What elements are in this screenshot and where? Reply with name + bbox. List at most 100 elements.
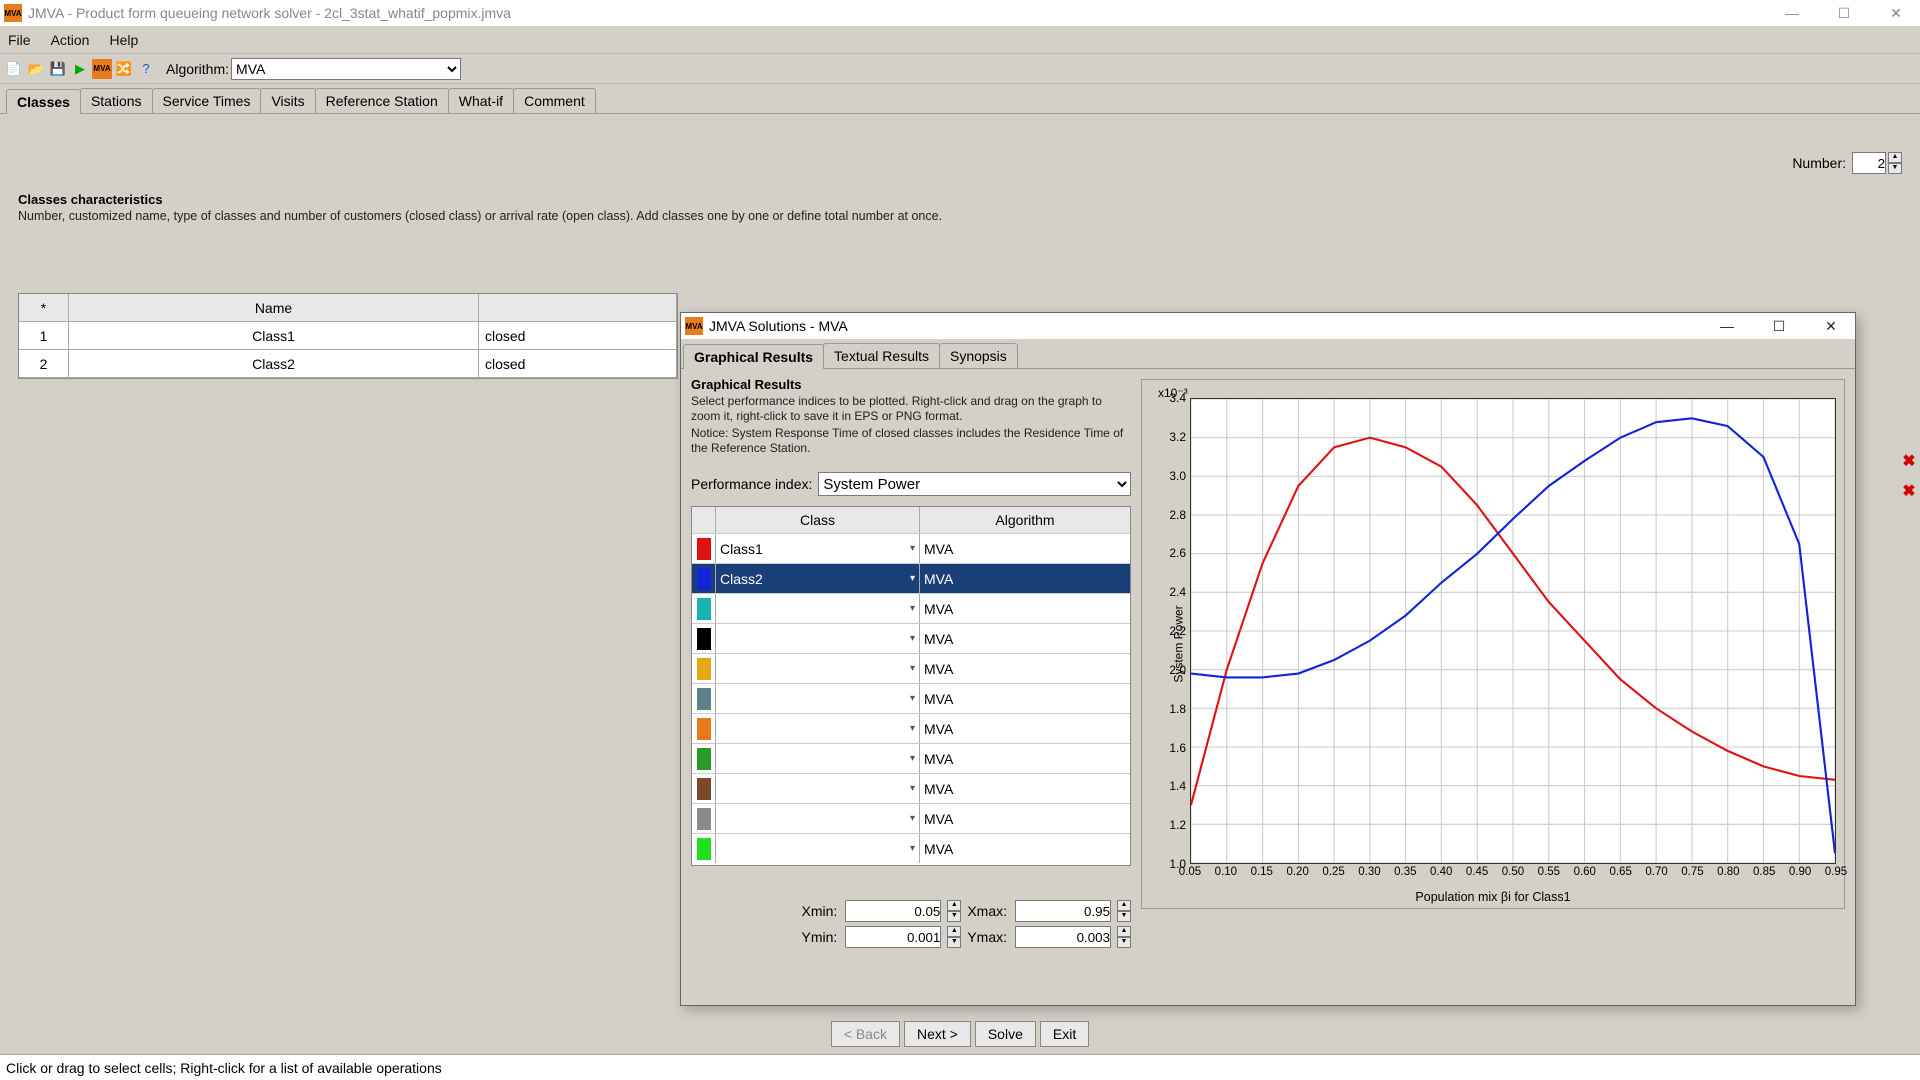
number-input[interactable] (1852, 152, 1886, 174)
series-row[interactable]: MVA (692, 803, 1130, 833)
chart-plot[interactable] (1190, 398, 1836, 864)
tab-graphical-results[interactable]: Graphical Results (683, 344, 824, 369)
dialog-minimize-icon[interactable]: — (1719, 318, 1735, 334)
table-row[interactable]: 2 Class2 closed (19, 350, 677, 378)
ymax-label: Ymax: (967, 929, 1009, 945)
close-icon[interactable]: ✕ (1888, 5, 1904, 21)
chart-xlabel: Population mix βi for Class1 (1415, 890, 1570, 904)
series-color-swatch[interactable] (692, 804, 716, 833)
series-color-swatch[interactable] (692, 594, 716, 623)
series-row[interactable]: MVA (692, 683, 1130, 713)
xmin-spinner[interactable]: ▲▼ (947, 900, 961, 922)
next-button[interactable]: Next > (904, 1021, 971, 1047)
dialog-titlebar[interactable]: MVA JMVA Solutions - MVA — ☐ ✕ (681, 313, 1855, 339)
dialog-maximize-icon[interactable]: ☐ (1771, 318, 1787, 334)
open-icon[interactable]: 📂 (26, 59, 46, 79)
series-color-swatch[interactable] (692, 774, 716, 803)
ymin-input[interactable] (845, 926, 941, 948)
series-row[interactable]: MVA (692, 593, 1130, 623)
solve-button[interactable]: Solve (975, 1021, 1036, 1047)
series-color-swatch[interactable] (692, 564, 716, 593)
random-icon[interactable]: 🔀 (114, 59, 134, 79)
table-row[interactable]: 1 Class1 closed (19, 322, 677, 350)
mva-icon[interactable]: MVA (92, 59, 112, 79)
cell-name[interactable]: Class1 (69, 322, 479, 350)
series-header-class: Class (716, 507, 920, 533)
series-color-swatch[interactable] (692, 684, 716, 713)
help-icon[interactable]: ? (136, 59, 156, 79)
algorithm-select[interactable]: MVA (231, 58, 461, 80)
series-class-select[interactable]: Class2 (716, 564, 920, 593)
series-row[interactable]: MVA (692, 743, 1130, 773)
app-icon: MVA (4, 4, 22, 22)
ymax-spinner[interactable]: ▲▼ (1117, 926, 1131, 948)
menu-action[interactable]: Action (51, 32, 90, 48)
delete-row-icon[interactable]: ✖ (1900, 451, 1918, 469)
series-class-select[interactable] (716, 804, 920, 833)
series-class-select[interactable] (716, 744, 920, 773)
series-color-swatch[interactable] (692, 834, 716, 863)
number-spinner[interactable]: ▲▼ (1888, 152, 1902, 174)
gr-desc-2: Notice: System Response Time of closed c… (691, 426, 1131, 456)
cell-type[interactable]: closed (479, 322, 677, 350)
tab-service-times[interactable]: Service Times (152, 88, 262, 113)
tab-comment[interactable]: Comment (513, 88, 596, 113)
cell-type[interactable]: closed (479, 350, 677, 378)
tab-synopsis[interactable]: Synopsis (939, 343, 1018, 368)
series-row[interactable]: MVA (692, 653, 1130, 683)
menubar: File Action Help (0, 26, 1920, 54)
series-row[interactable]: MVA (692, 713, 1130, 743)
series-class-select[interactable] (716, 684, 920, 713)
series-color-swatch[interactable] (692, 714, 716, 743)
series-class-select[interactable] (716, 654, 920, 683)
xmax-input[interactable] (1015, 900, 1111, 922)
tab-reference-station[interactable]: Reference Station (315, 88, 449, 113)
tab-textual-results[interactable]: Textual Results (823, 343, 940, 368)
xmin-input[interactable] (845, 900, 941, 922)
series-color-swatch[interactable] (692, 654, 716, 683)
series-table: Class Algorithm Class1MVAClass2MVAMVAMVA… (691, 506, 1131, 866)
ymax-input[interactable] (1015, 926, 1111, 948)
menu-file[interactable]: File (8, 32, 31, 48)
save-icon[interactable]: 💾 (48, 59, 68, 79)
dialog-app-icon: MVA (685, 317, 703, 335)
tab-stations[interactable]: Stations (80, 88, 153, 113)
menu-help[interactable]: Help (109, 32, 138, 48)
series-row[interactable]: MVA (692, 623, 1130, 653)
exit-button[interactable]: Exit (1040, 1021, 1089, 1047)
series-class-select[interactable]: Class1 (716, 534, 920, 563)
minimize-icon[interactable]: — (1784, 5, 1800, 21)
series-algo-cell: MVA (920, 714, 1130, 743)
tab-what-if[interactable]: What-if (448, 88, 514, 113)
delete-row-icon[interactable]: ✖ (1900, 481, 1918, 499)
series-color-swatch[interactable] (692, 624, 716, 653)
new-icon[interactable]: 📄 (4, 59, 24, 79)
maximize-icon[interactable]: ☐ (1836, 5, 1852, 21)
series-class-select[interactable] (716, 594, 920, 623)
series-class-select[interactable] (716, 714, 920, 743)
series-class-select[interactable] (716, 834, 920, 863)
perf-index-label: Performance index: (691, 476, 812, 492)
series-class-select[interactable] (716, 624, 920, 653)
cell-name[interactable]: Class2 (69, 350, 479, 378)
dialog-close-icon[interactable]: ✕ (1823, 318, 1839, 334)
series-row[interactable]: Class2MVA (692, 563, 1130, 593)
ymin-spinner[interactable]: ▲▼ (947, 926, 961, 948)
tab-classes[interactable]: Classes (6, 89, 81, 114)
xmax-spinner[interactable]: ▲▼ (1117, 900, 1131, 922)
main-window: MVA JMVA - Product form queueing network… (0, 0, 1920, 1080)
chart-area[interactable]: x10⁻³ System Power 1.01.21.41.61.82.02.2… (1141, 379, 1845, 909)
series-row[interactable]: MVA (692, 773, 1130, 803)
run-icon[interactable]: ▶ (70, 59, 90, 79)
perf-index-select[interactable]: System Power (818, 472, 1131, 496)
series-color-swatch[interactable] (692, 744, 716, 773)
series-algo-cell: MVA (920, 684, 1130, 713)
series-algo-cell: MVA (920, 654, 1130, 683)
series-row[interactable]: Class1MVA (692, 533, 1130, 563)
main-tabstrip: Classes Stations Service Times Visits Re… (0, 84, 1920, 114)
tab-visits[interactable]: Visits (260, 88, 315, 113)
series-row[interactable]: MVA (692, 833, 1130, 863)
series-class-select[interactable] (716, 774, 920, 803)
main-titlebar: MVA JMVA - Product form queueing network… (0, 0, 1920, 26)
series-color-swatch[interactable] (692, 534, 716, 563)
